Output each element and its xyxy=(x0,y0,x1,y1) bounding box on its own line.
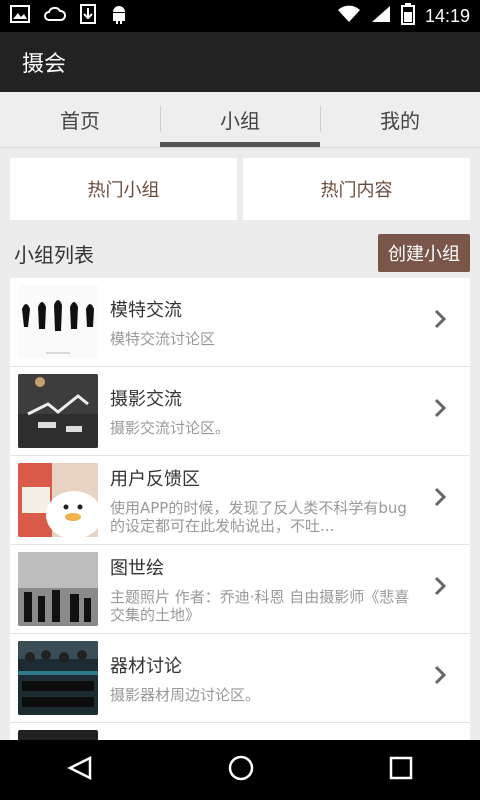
group-list-item[interactable]: 器材讨论 摄影器材周边讨论区。 xyxy=(10,634,470,723)
tab-groups-label: 小组 xyxy=(220,109,260,133)
signal-icon xyxy=(371,5,391,27)
hot-content-label: 热门内容 xyxy=(320,180,393,201)
group-name: 模特交流 xyxy=(110,300,182,321)
group-desc: 使用APP的时候，发现了反人类不科学有bug的设定都可在此发帖说出，不吐... xyxy=(110,499,407,535)
group-thumbnail xyxy=(18,641,98,715)
group-name: 用户反馈区 xyxy=(110,469,200,490)
group-list-item[interactable]: 图世绘 主题照片 作者：乔迪·科恩 自由摄影师《悲喜交集的土地》 xyxy=(10,545,470,634)
cloud-icon xyxy=(44,6,67,26)
tab-mine[interactable]: 我的 xyxy=(320,92,480,147)
group-list-item[interactable]: 摄影交流 摄影交流讨论区。 xyxy=(10,367,470,456)
hot-content-button[interactable]: 热门内容 xyxy=(243,158,470,220)
chevron-right-icon xyxy=(418,574,462,604)
image-icon xyxy=(10,5,30,27)
system-nav-bar xyxy=(0,740,480,800)
group-name: 摄影交流 xyxy=(110,389,182,410)
tab-mine-label: 我的 xyxy=(380,109,420,133)
tab-bar: 首页 小组 我的 xyxy=(0,92,480,148)
chevron-right-icon xyxy=(418,485,462,515)
group-thumbnail xyxy=(18,730,98,740)
group-desc: 摄影器材周边讨论区。 xyxy=(110,686,261,704)
group-desc: 模特交流讨论区 xyxy=(110,330,216,348)
tab-home-label: 首页 xyxy=(60,109,100,133)
group-list-title: 小组列表 xyxy=(14,242,94,267)
group-list-item[interactable]: 用户反馈区 使用APP的时候，发现了反人类不科学有bug的设定都可在此发帖说出，… xyxy=(10,456,470,545)
create-group-button[interactable]: 创建小组 xyxy=(378,234,470,272)
hot-groups-label: 热门小组 xyxy=(87,180,160,201)
back-icon[interactable] xyxy=(66,755,94,785)
group-thumbnail xyxy=(18,374,98,448)
group-thumbnail xyxy=(18,285,98,359)
tab-groups[interactable]: 小组 xyxy=(160,92,320,147)
group-name: 器材讨论 xyxy=(110,656,182,677)
group-thumbnail xyxy=(18,463,98,537)
download-icon xyxy=(80,4,96,28)
status-bar: 14:19 xyxy=(0,0,480,32)
group-list-item[interactable]: 模特交流 模特交流讨论区 xyxy=(10,278,470,367)
action-bar: 摄会 xyxy=(0,32,480,92)
chevron-right-icon xyxy=(418,396,462,426)
group-list-header: 小组列表 创建小组 xyxy=(0,230,480,276)
group-name: 图世绘 xyxy=(110,558,164,579)
hot-groups-button[interactable]: 热门小组 xyxy=(10,158,237,220)
chevron-right-icon xyxy=(418,663,462,693)
recents-icon[interactable] xyxy=(388,755,414,785)
group-thumbnail xyxy=(18,552,98,626)
group-list-item-partial[interactable] xyxy=(10,723,470,740)
app-title: 摄会 xyxy=(22,52,67,77)
wifi-icon xyxy=(337,5,361,27)
group-desc: 摄影交流讨论区。 xyxy=(110,419,231,437)
home-icon[interactable] xyxy=(227,754,255,786)
android-icon xyxy=(110,4,128,28)
battery-icon xyxy=(400,3,415,29)
status-time: 14:19 xyxy=(424,5,470,26)
group-list: 模特交流 模特交流讨论区 摄影交流 摄影交流讨论区。 用户反馈区 使用APP的时… xyxy=(10,278,470,740)
hot-row: 热门小组 热门内容 xyxy=(10,158,470,220)
chevron-right-icon xyxy=(418,307,462,337)
tab-home[interactable]: 首页 xyxy=(0,92,160,147)
group-desc: 主题照片 作者：乔迪·科恩 自由摄影师《悲喜交集的土地》 xyxy=(110,588,410,624)
